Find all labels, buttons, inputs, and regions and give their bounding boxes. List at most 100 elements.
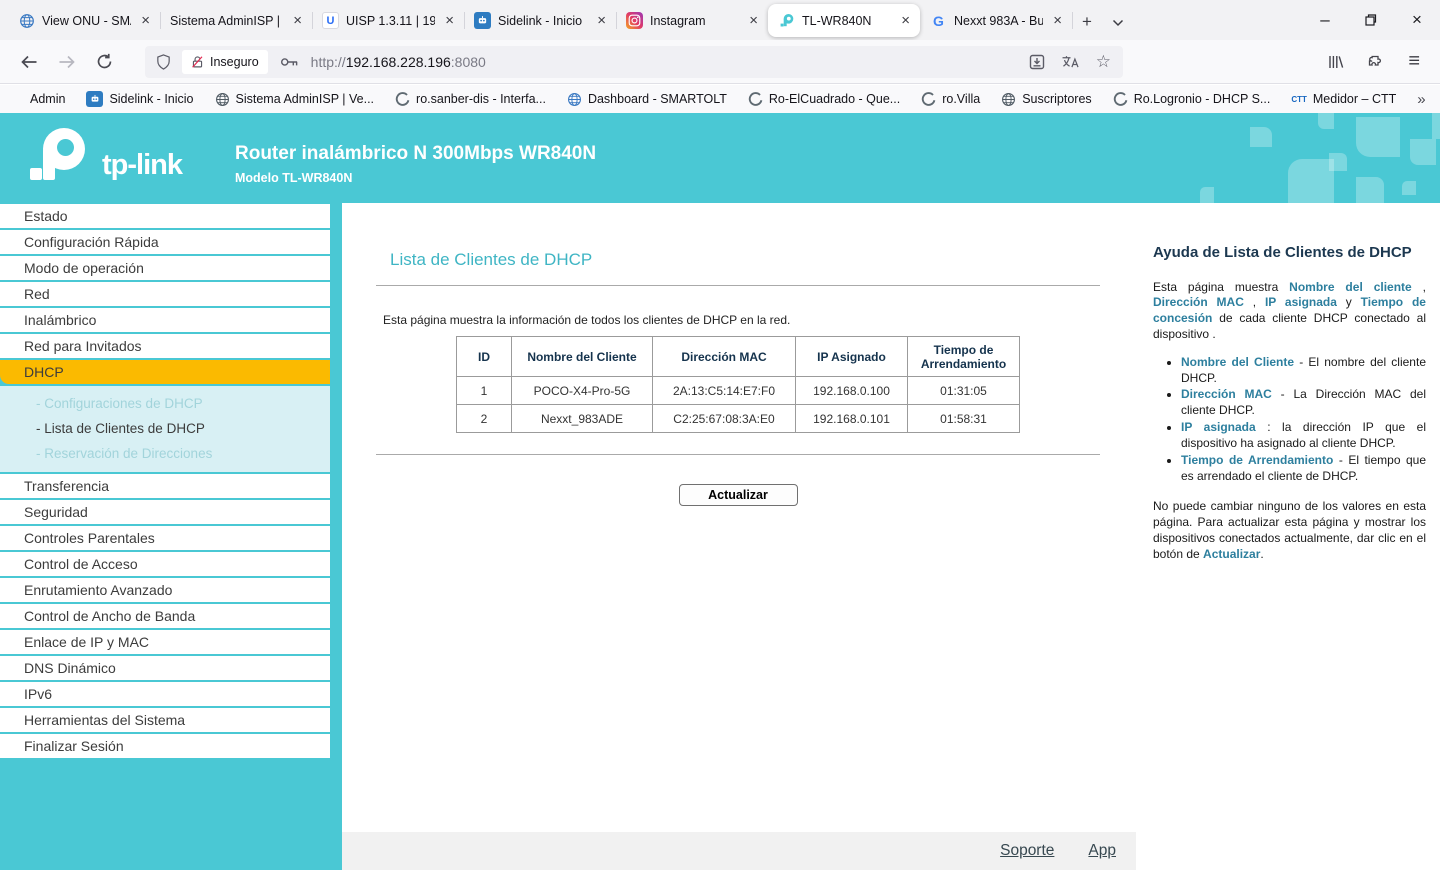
tab-view-onu[interactable]: View ONU - SMARTOLT × <box>8 4 160 37</box>
close-icon[interactable]: × <box>1050 12 1065 29</box>
tplink-logo-mark <box>24 126 94 190</box>
tplink-logo-text: tp-link <box>102 149 182 190</box>
tab-sidelink[interactable]: Sidelink - Inicio × <box>464 4 616 37</box>
help-text: Esta página muestra <box>1153 280 1289 294</box>
new-tab-button[interactable]: + <box>1072 8 1102 36</box>
url-text[interactable]: http://192.168.228.196:8080 <box>311 54 1029 70</box>
sidebar-item-dhcp-active[interactable]: DHCP <box>0 360 330 384</box>
bookmark-sidelink[interactable]: Sidelink - Inicio <box>86 91 193 107</box>
bookmark-ro-villa[interactable]: ro.Villa <box>921 92 980 107</box>
close-icon[interactable]: × <box>746 12 761 29</box>
sidebar-item-control-de-ancho-de-banda[interactable]: Control de Ancho de Banda <box>0 604 330 628</box>
tab-title: Sidelink - Inicio <box>498 14 587 28</box>
bookmark-label: Admin <box>30 92 65 106</box>
key-icon[interactable] <box>280 56 299 68</box>
bookmark-label: Sidelink - Inicio <box>109 92 193 106</box>
help-bullet: Tiempo de Arrendamiento - El tiempo que … <box>1181 453 1426 485</box>
forward-icon[interactable] <box>58 54 76 70</box>
reload-icon[interactable] <box>96 53 113 70</box>
bookmark-admin[interactable]: Admin <box>30 92 65 106</box>
bookmarks-bar: Admin Sidelink - Inicio Sistema AdminISP… <box>0 85 1440 113</box>
menu-hamburger-icon[interactable]: ≡ <box>1408 50 1420 73</box>
library-icon[interactable] <box>1328 54 1344 70</box>
sidebar-item-configuracion-rapida[interactable]: Configuración Rápida <box>0 230 330 254</box>
close-icon[interactable]: × <box>442 12 457 29</box>
help-keyword: Tiempo de Arrendamiento <box>1181 453 1333 467</box>
soporte-link[interactable]: Soporte <box>1000 842 1054 860</box>
insecure-label: Inseguro <box>210 55 259 69</box>
tab-tl-wr840n-active[interactable]: TL-WR840N × <box>768 4 920 37</box>
tab-nexxt-search[interactable]: G Nexxt 983A - Buscar con × <box>920 4 1072 37</box>
bookmark-label: Sistema AdminISP | Ve... <box>236 92 375 106</box>
app-link[interactable]: App <box>1088 842 1116 860</box>
refresh-button[interactable]: Actualizar <box>679 484 798 506</box>
tab-instagram[interactable]: Instagram × <box>616 4 768 37</box>
close-icon[interactable]: × <box>290 12 305 29</box>
cell-ip: 192.168.0.101 <box>796 405 908 433</box>
close-icon[interactable]: × <box>594 12 609 29</box>
cell-lease: 01:31:05 <box>908 377 1020 405</box>
bookmark-smartolt[interactable]: Dashboard - SMARTOLT <box>567 92 727 107</box>
bookmark-adminisp[interactable]: Sistema AdminISP | Ve... <box>215 92 375 107</box>
url-port: :8080 <box>451 54 486 70</box>
bookmark-ro-elcuadrado[interactable]: Ro-ElCuadrado - Que... <box>748 92 900 107</box>
sidebar-item-estado[interactable]: Estado <box>0 204 330 228</box>
sidebar-item-controles-parentales[interactable]: Controles Parentales <box>0 526 330 550</box>
sidebar-item-modo-de-operacion[interactable]: Modo de operación <box>0 256 330 280</box>
sidelink-icon <box>86 91 103 107</box>
tab-title: TL-WR840N <box>802 14 891 28</box>
tab-uisp[interactable]: U UISP 1.3.11 | 192.168.2 × <box>312 4 464 37</box>
page-title: Lista de Clientes de DHCP <box>390 250 1100 270</box>
bookmark-ro-sanber[interactable]: ro.sanber-dis - Interfa... <box>395 92 546 107</box>
close-window-button[interactable]: × <box>1394 0 1440 40</box>
bookmark-label: Medidor – CTT <box>1313 92 1396 106</box>
bookmark-medidor-ctt[interactable]: CTT Medidor – CTT <box>1291 92 1396 106</box>
bookmark-label: Ro-ElCuadrado - Que... <box>769 92 900 106</box>
uisp-claw-icon <box>748 92 763 107</box>
bookmark-star-icon[interactable]: ☆ <box>1096 52 1111 72</box>
sidebar-item-enrutamiento-avanzado[interactable]: Enrutamiento Avanzado <box>0 578 330 602</box>
close-icon[interactable]: × <box>898 12 913 29</box>
tplink-icon <box>778 12 795 29</box>
extensions-puzzle-icon[interactable] <box>1368 54 1384 70</box>
sidebar-item-ipv6[interactable]: IPv6 <box>0 682 330 706</box>
tab-list-chevron-icon[interactable] <box>1102 8 1134 36</box>
close-icon[interactable]: × <box>138 12 153 29</box>
sidebar-item-red[interactable]: Red <box>0 282 330 306</box>
bookmarks-overflow-chevron[interactable]: » <box>1417 91 1425 108</box>
sidelink-icon <box>474 12 491 29</box>
help-bullet: IP asignada : la dirección IP que el dis… <box>1181 420 1426 452</box>
translate-icon[interactable] <box>1061 54 1080 69</box>
shield-icon[interactable] <box>155 53 172 71</box>
browser-toolbar: Inseguro http://192.168.228.196:8080 ☆ ≡ <box>0 40 1440 84</box>
tplink-logo: tp-link <box>24 126 182 190</box>
tab-adminisp[interactable]: Sistema AdminISP | Versión × <box>160 4 312 37</box>
minimize-button[interactable]: – <box>1302 0 1348 40</box>
sidebar-item-red-para-invitados[interactable]: Red para Invitados <box>0 334 330 358</box>
sidebar-item-dns-dinamico[interactable]: DNS Dinámico <box>0 656 330 680</box>
bookmark-suscriptores[interactable]: Suscriptores <box>1001 92 1091 107</box>
submenu-item-configuraciones-de-dhcp[interactable]: - Configuraciones de DHCP <box>0 391 330 416</box>
column-header-nombre: Nombre del Cliente <box>512 337 653 377</box>
sidebar-item-control-de-acceso[interactable]: Control de Acceso <box>0 552 330 576</box>
sidebar-item-finalizar-sesion[interactable]: Finalizar Sesión <box>0 734 330 758</box>
sidebar-item-seguridad[interactable]: Seguridad <box>0 500 330 524</box>
bookmark-ro-logronio[interactable]: Ro.Logronio - DHCP S... <box>1113 92 1271 107</box>
cell-id: 2 <box>457 405 512 433</box>
help-text: y <box>1337 295 1361 309</box>
help-intro: Esta página muestra Nombre del cliente ,… <box>1153 280 1426 343</box>
sidebar-item-transferencia[interactable]: Transferencia <box>0 474 330 498</box>
save-page-icon[interactable] <box>1029 54 1045 70</box>
restore-button[interactable] <box>1348 0 1394 40</box>
table-header-row: ID Nombre del Cliente Dirección MAC IP A… <box>457 337 1020 377</box>
sidebar-item-enlace-de-ip-y-mac[interactable]: Enlace de IP y MAC <box>0 630 330 654</box>
insecure-connection-chip[interactable]: Inseguro <box>182 50 268 74</box>
cell-id: 1 <box>457 377 512 405</box>
submenu-item-lista-de-clientes-de-dhcp[interactable]: - Lista de Clientes de DHCP <box>0 416 330 441</box>
submenu-item-reservacion-de-direcciones[interactable]: - Reservación de Direcciones <box>0 441 330 466</box>
back-icon[interactable] <box>20 54 38 70</box>
sidebar-item-herramientas-del-sistema[interactable]: Herramientas del Sistema <box>0 708 330 732</box>
dhcp-clients-table: ID Nombre del Cliente Dirección MAC IP A… <box>456 336 1020 433</box>
sidebar-item-inalambrico[interactable]: Inalámbrico <box>0 308 330 332</box>
address-bar[interactable]: Inseguro http://192.168.228.196:8080 ☆ <box>145 46 1123 78</box>
